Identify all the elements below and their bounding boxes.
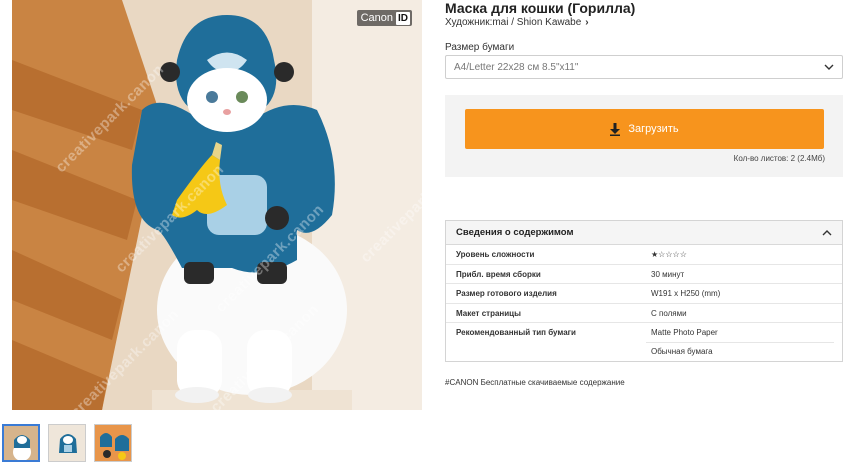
- detail-key: Рекомендованный тип бумаги: [456, 328, 576, 337]
- detail-value: W191 x H250 (mm): [651, 289, 721, 298]
- detail-row-layout: Макет страницы С полями: [446, 304, 842, 323]
- thumbnail-cat-image: [4, 426, 38, 460]
- chevron-up-icon: [822, 229, 832, 235]
- detail-value: ★☆☆☆☆: [651, 250, 687, 259]
- thumbnail-parts-image: [95, 425, 131, 461]
- artist-link[interactable]: Художник:mai / Shion Kawabe ›: [445, 17, 589, 28]
- download-panel: Загрузить Кол-во листов: 2 (2.4Мб): [445, 95, 843, 177]
- divider: [646, 342, 834, 343]
- detail-row-time: Прибл. время сборки 30 минут: [446, 265, 842, 284]
- chevron-down-icon: [824, 64, 834, 70]
- download-button-label: Загрузить: [628, 123, 679, 135]
- product-title: Маска для кошки (Горилла): [445, 0, 636, 16]
- detail-row-paper-type: Рекомендованный тип бумаги Matte Photo P…: [446, 323, 842, 361]
- content-details-header[interactable]: Сведения о содержимом: [446, 221, 842, 245]
- paper-size-value: A4/Letter 22x28 см 8.5"x11": [454, 61, 579, 73]
- detail-row-difficulty: Уровень сложности ★☆☆☆☆: [446, 245, 842, 265]
- product-image: creativepark.canon creativepark.canon cr…: [12, 0, 422, 410]
- paper-size-select[interactable]: A4/Letter 22x28 см 8.5"x11": [445, 55, 843, 79]
- sheet-count: Кол-во листов: 2 (2.4Мб): [733, 154, 825, 163]
- paper-size-label: Размер бумаги: [445, 42, 515, 53]
- thumbnail-mask-image: [49, 425, 85, 461]
- detail-key: Уровень сложности: [456, 250, 535, 259]
- content-details-title: Сведения о содержимом: [456, 227, 574, 238]
- cat-gorilla-illustration: [12, 0, 422, 410]
- detail-row-size: Размер готового изделия W191 x H250 (mm): [446, 284, 842, 304]
- canon-badge-id: ID: [396, 11, 410, 25]
- canon-id-badge: Canon ID: [356, 10, 412, 26]
- canon-free-content-tag[interactable]: #CANON Бесплатные скачиваемые содержание: [445, 378, 625, 387]
- detail-key: Прибл. время сборки: [456, 269, 541, 279]
- detail-value: 30 минут: [651, 269, 685, 279]
- artist-text: Художник:mai / Shion Kawabe: [445, 17, 582, 28]
- download-icon: [610, 122, 621, 136]
- detail-key: Макет страницы: [456, 308, 521, 318]
- detail-value-secondary: Обычная бумага: [651, 347, 713, 356]
- canon-badge-brand: Canon: [360, 12, 393, 24]
- thumbnail-1[interactable]: [2, 424, 40, 462]
- thumbnail-2[interactable]: [48, 424, 86, 462]
- detail-value: С полями: [651, 308, 687, 318]
- detail-key: Размер готового изделия: [456, 289, 557, 298]
- download-button[interactable]: Загрузить: [465, 109, 824, 149]
- chevron-right-icon: ›: [585, 17, 589, 28]
- detail-value: Matte Photo Paper: [651, 328, 718, 337]
- thumbnail-strip: [2, 424, 132, 462]
- thumbnail-3[interactable]: [94, 424, 132, 462]
- content-details-panel: Сведения о содержимом Уровень сложности …: [445, 220, 843, 362]
